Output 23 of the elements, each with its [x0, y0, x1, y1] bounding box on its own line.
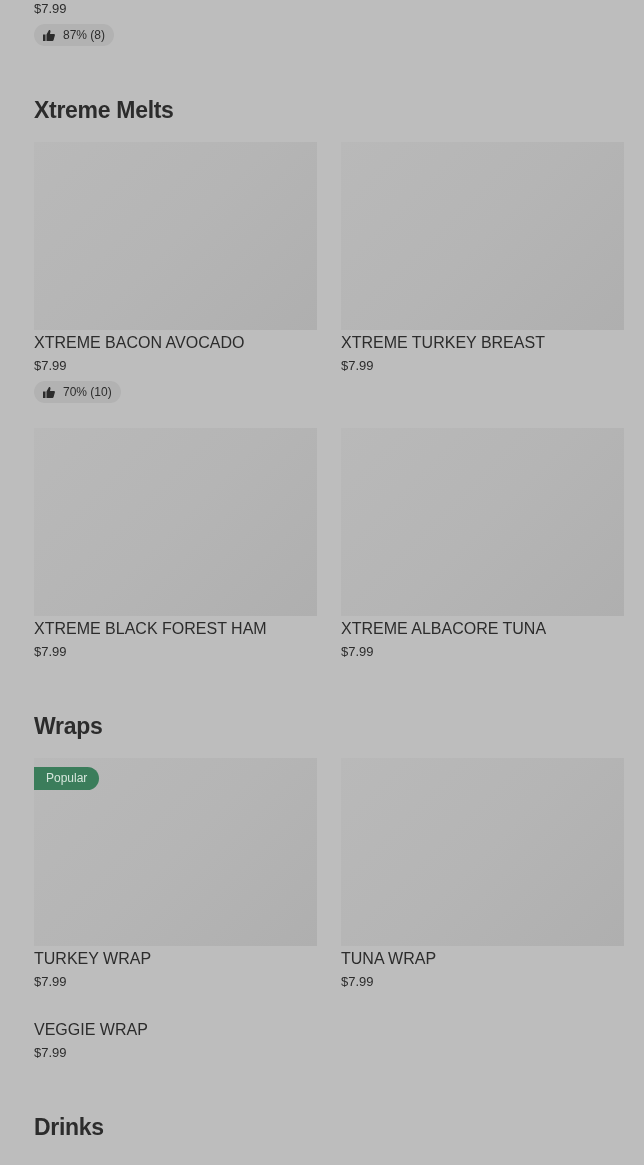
item-name[interactable]: TURKEY WRAP [34, 949, 317, 969]
item-price: $7.99 [341, 973, 375, 991]
item-name[interactable]: XTREME BLACK FOREST HAM [34, 619, 317, 639]
thumbs-up-icon [43, 386, 55, 398]
item-price: $7.99 [34, 0, 68, 18]
rating-text: 70% (10) [63, 385, 112, 399]
item-price: $7.99 [34, 643, 68, 661]
item-name[interactable]: TUNA WRAP [341, 949, 624, 969]
popular-badge: Popular [34, 767, 100, 790]
item-price: $7.99 [34, 357, 68, 375]
item-price: $7.99 [341, 357, 375, 375]
item-name[interactable]: VEGGIE WRAP [34, 1020, 317, 1040]
item-price: $7.99 [341, 643, 375, 661]
section-heading: Xtreme Melts [34, 96, 175, 124]
item-price: $7.99 [34, 973, 68, 991]
rating-text: 87% (8) [63, 28, 106, 42]
item-name[interactable]: XTREME ALBACORE TUNA [341, 619, 624, 639]
section-heading: Wraps [34, 712, 104, 740]
thumbs-up-icon [43, 29, 55, 41]
item-price: $7.99 [34, 1044, 68, 1062]
section-heading: Drinks [34, 1113, 105, 1141]
item-name[interactable]: XTREME BACON AVOCADO [34, 333, 317, 353]
item-name[interactable]: XTREME TURKEY BREAST [341, 333, 624, 353]
